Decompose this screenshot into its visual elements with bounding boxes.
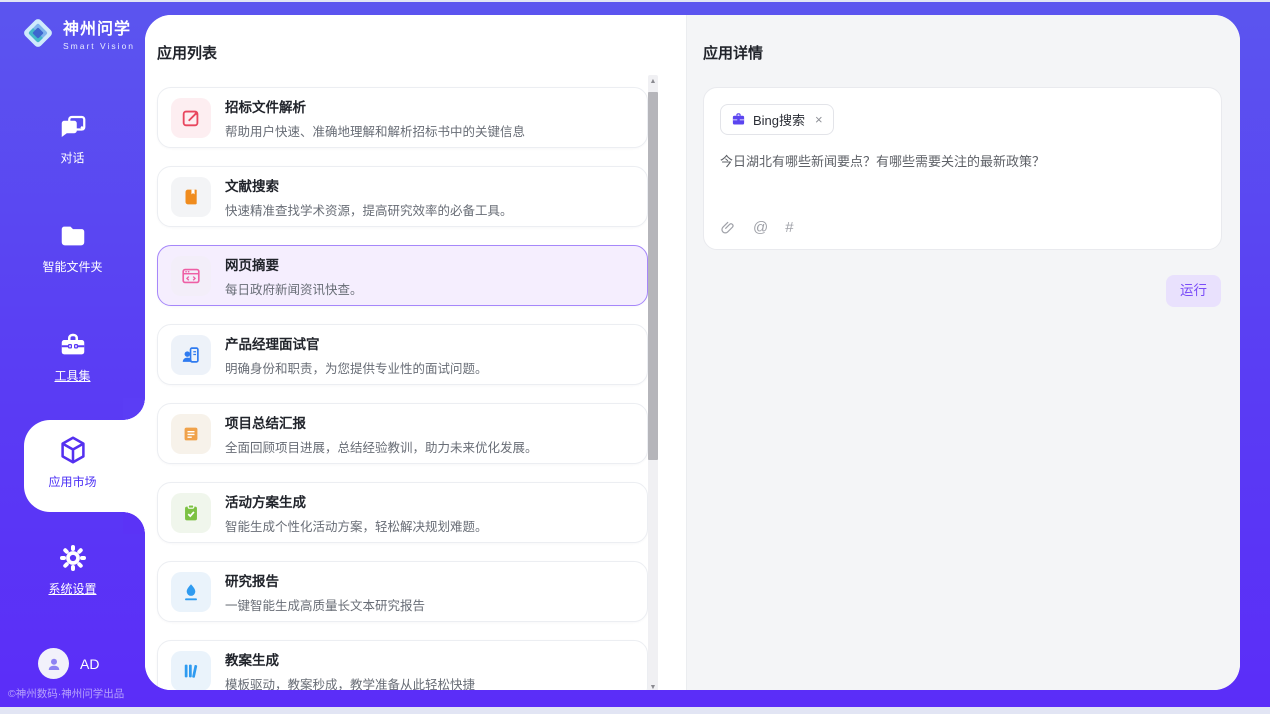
- app-card-bid-parse[interactable]: 招标文件解析 帮助用户快速、准确地理解和解析招标书中的关键信息: [157, 87, 648, 148]
- app-desc: 帮助用户快速、准确地理解和解析招标书中的关键信息: [225, 121, 525, 140]
- app-detail-title: 应用详情: [703, 42, 1240, 63]
- run-button[interactable]: 运行: [1166, 275, 1221, 307]
- app-desc: 一键智能生成高质量长文本研究报告: [225, 595, 425, 614]
- list-scrollbar[interactable]: ▲ ▼: [648, 75, 658, 690]
- at-icon[interactable]: @: [753, 219, 768, 236]
- note-icon: [180, 423, 202, 445]
- app-name: 网页摘要: [225, 254, 363, 274]
- scroll-down-icon[interactable]: ▼: [648, 681, 658, 690]
- sidebar-item-smart-folders[interactable]: 智能文件夹: [0, 221, 145, 275]
- user-account[interactable]: AD: [38, 648, 99, 679]
- sidebar-item-label: 应用市场: [48, 473, 96, 490]
- app-card-event-plan[interactable]: 活动方案生成 智能生成个性化活动方案，轻松解决规划难题。: [157, 482, 648, 543]
- sidebar-item-label: 系统设置: [48, 580, 96, 597]
- brand-name: 神州问学: [63, 15, 135, 39]
- sidebar-item-settings[interactable]: 系统设置: [0, 543, 145, 597]
- tool-tag-label: Bing搜索: [753, 110, 805, 129]
- books-icon: [180, 660, 202, 682]
- avatar: [38, 648, 69, 679]
- sidebar-item-toolset[interactable]: 工具集: [0, 330, 145, 384]
- hash-icon[interactable]: #: [785, 219, 793, 236]
- person-doc-icon: [180, 344, 202, 366]
- app-card-web-summary[interactable]: 网页摘要 每日政府新闻资讯快查。: [157, 245, 648, 306]
- paperclip-icon[interactable]: [720, 220, 736, 236]
- browser-code-icon: [180, 265, 202, 287]
- app-name: 产品经理面试官: [225, 333, 488, 353]
- sidebar-item-label: 工具集: [54, 367, 90, 384]
- sidebar-item-label: 对话: [60, 149, 84, 166]
- brand-subtitle: Smart Vision: [63, 41, 135, 51]
- app-desc: 全面回顾项目进展，总结经验教训，助力未来优化发展。: [225, 437, 538, 456]
- app-desc: 每日政府新闻资讯快查。: [225, 279, 363, 298]
- toolbox-icon: [58, 330, 88, 360]
- scrollbar-thumb[interactable]: [648, 92, 658, 460]
- app-name: 项目总结汇报: [225, 412, 538, 432]
- app-desc: 智能生成个性化活动方案，轻松解决规划难题。: [225, 516, 488, 535]
- folder-icon: [58, 221, 88, 251]
- app-desc: 快速精准查找学术资源，提高研究效率的必备工具。: [225, 200, 513, 219]
- book-icon: [180, 186, 202, 208]
- app-name: 活动方案生成: [225, 491, 488, 511]
- app-card-literature-search[interactable]: 文献搜索 快速精准查找学术资源，提高研究效率的必备工具。: [157, 166, 648, 227]
- user-name: AD: [80, 656, 99, 672]
- tool-tag-bing-search[interactable]: Bing搜索 ×: [720, 104, 834, 135]
- app-card-pm-interviewer[interactable]: 产品经理面试官 明确身份和职责，为您提供专业性的面试问题。: [157, 324, 648, 385]
- app-name: 研究报告: [225, 570, 425, 590]
- gear-icon: [58, 543, 88, 573]
- sidebar-item-app-market[interactable]: 应用市场: [0, 434, 145, 490]
- ink-drop-icon: [180, 581, 202, 603]
- copyright-footer: ©神州数码·神州问学出品: [8, 686, 124, 701]
- pen-square-icon: [180, 107, 202, 129]
- sidebar: 神州问学 Smart Vision 对话 智能文件夹: [0, 2, 145, 707]
- app-name: 文献搜索: [225, 175, 513, 195]
- chat-icon: [58, 112, 88, 142]
- app-detail-panel: 应用详情 Bing搜索 × 今日湖北有哪些新闻要点？有哪些需要关注的最新政策？: [686, 15, 1240, 690]
- app-name: 教案生成: [225, 649, 475, 669]
- prompt-card[interactable]: Bing搜索 × 今日湖北有哪些新闻要点？有哪些需要关注的最新政策？ @ #: [703, 87, 1222, 250]
- briefcase-icon: [731, 112, 746, 127]
- scroll-up-icon[interactable]: ▲: [648, 75, 658, 89]
- brand-logo: 神州问学 Smart Vision: [20, 15, 135, 51]
- app-desc: 模板驱动，教案秒成，教学准备从此轻松快捷: [225, 674, 475, 691]
- diamond-logo-icon: [20, 15, 56, 51]
- app-list-title: 应用列表: [157, 42, 686, 63]
- sidebar-item-label: 智能文件夹: [42, 258, 102, 275]
- main-content: 应用列表 招标文件解析 帮助用户快速、准确地理解和解析招标书中的关键信息: [145, 15, 1240, 690]
- close-icon[interactable]: ×: [815, 112, 823, 127]
- app-card-lesson-plan[interactable]: 教案生成 模板驱动，教案秒成，教学准备从此轻松快捷: [157, 640, 648, 690]
- app-desc: 明确身份和职责，为您提供专业性的面试问题。: [225, 358, 488, 377]
- app-card-research-report[interactable]: 研究报告 一键智能生成高质量长文本研究报告: [157, 561, 648, 622]
- query-input[interactable]: 今日湖北有哪些新闻要点？有哪些需要关注的最新政策？: [720, 152, 1205, 172]
- cube-icon: [57, 434, 89, 466]
- sidebar-item-chat[interactable]: 对话: [0, 112, 145, 166]
- app-card-project-summary[interactable]: 项目总结汇报 全面回顾项目进展，总结经验教训，助力未来优化发展。: [157, 403, 648, 464]
- person-icon: [45, 655, 63, 673]
- app-list-panel: 应用列表 招标文件解析 帮助用户快速、准确地理解和解析招标书中的关键信息: [145, 15, 686, 690]
- clipboard-check-icon: [180, 502, 202, 524]
- app-name: 招标文件解析: [225, 96, 525, 116]
